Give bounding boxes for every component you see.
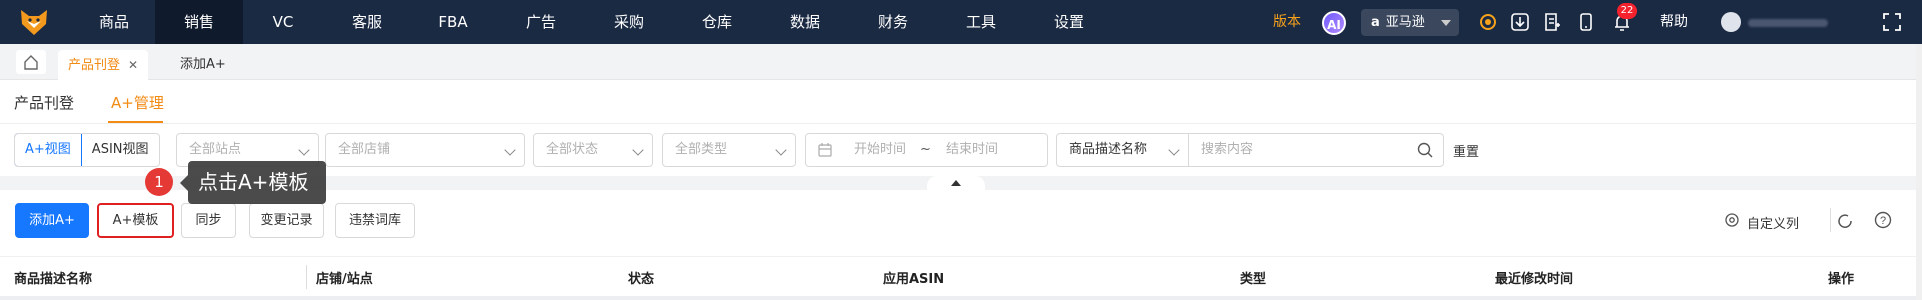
top-nav-bar: 商品 销售 VC 客服 FBA 广告 采购 仓库 数据 财务 工具 设置 版本 …	[0, 0, 1922, 44]
version-link[interactable]: 版本	[1273, 0, 1301, 44]
platform-selector[interactable]: a 亚马逊	[1361, 9, 1459, 36]
nav-item-finance[interactable]: 财务	[856, 0, 930, 44]
column-divider[interactable]	[306, 265, 307, 289]
nav-item-sales[interactable]: 销售	[155, 0, 243, 44]
caret-down-icon	[1441, 20, 1451, 26]
help-circle-icon[interactable]: ?	[1874, 211, 1892, 229]
aplus-view-button[interactable]: A+视图	[14, 134, 82, 166]
asin-view-button[interactable]: ASIN视图	[82, 134, 159, 166]
chevron-down-icon	[1168, 144, 1180, 156]
toolbar-divider	[1830, 208, 1831, 232]
chevron-down-icon	[298, 144, 310, 156]
nav-item-settings[interactable]: 设置	[1032, 0, 1106, 44]
page-tab-strip: 产品刊登 ✕ 添加A+	[0, 44, 1922, 80]
column-header-status[interactable]: 状态	[628, 268, 654, 287]
search-input[interactable]: 搜索内容	[1188, 133, 1444, 167]
gear-icon	[1725, 213, 1739, 227]
search-field-select[interactable]: 商品描述名称	[1056, 133, 1189, 167]
tab-label: 产品刊登	[68, 58, 121, 73]
search-field-label: 商品描述名称	[1069, 142, 1148, 157]
calendar-icon	[818, 143, 832, 157]
mobile-icon[interactable]	[1576, 12, 1596, 32]
username-redacted[interactable]	[1748, 19, 1828, 27]
search-icon[interactable]	[1417, 142, 1433, 158]
column-header-description[interactable]: 商品描述名称	[14, 268, 92, 287]
column-header-type[interactable]: 类型	[1240, 268, 1266, 287]
site-select-placeholder: 全部站点	[189, 142, 242, 157]
end-date-placeholder: 结束时间	[946, 142, 999, 157]
headset-icon[interactable]	[1478, 12, 1498, 32]
type-select[interactable]: 全部类型	[662, 133, 796, 167]
nav-item-purchase[interactable]: 采购	[592, 0, 666, 44]
add-aplus-button[interactable]: 添加A+	[15, 203, 89, 238]
refresh-icon[interactable]	[1836, 212, 1854, 230]
active-tab-indicator	[108, 121, 163, 123]
date-range-separator: ~	[920, 142, 931, 157]
status-select[interactable]: 全部状态	[533, 133, 653, 167]
subnav-aplus-management[interactable]: A+管理	[111, 92, 164, 113]
fox-logo-icon[interactable]	[18, 6, 50, 38]
tab-add-aplus[interactable]: 添加A+	[170, 50, 236, 80]
chevron-down-icon	[504, 144, 516, 156]
ai-assistant-icon[interactable]: AI	[1322, 11, 1346, 35]
tab-product-listing[interactable]: 产品刊登 ✕	[58, 50, 149, 80]
start-date-placeholder: 开始时间	[854, 142, 907, 157]
sub-nav: 产品刊登 A+管理	[0, 81, 1922, 124]
column-header-asin[interactable]: 应用ASIN	[883, 268, 944, 287]
svg-text:?: ?	[1880, 215, 1886, 227]
subnav-product-listing[interactable]: 产品刊登	[14, 92, 74, 113]
chevron-down-icon	[632, 144, 644, 156]
table-header: 商品描述名称 店铺/站点 状态 应用ASIN 类型 最近修改时间 操作	[0, 256, 1922, 296]
banned-words-button[interactable]: 违禁词库	[335, 203, 415, 238]
notification-badge: 22	[1617, 3, 1637, 19]
step-marker: 1	[145, 168, 173, 196]
shop-select-placeholder: 全部店铺	[338, 142, 391, 157]
nav-item-vc[interactable]: VC	[246, 0, 320, 44]
custom-columns-label: 自定义列	[1747, 217, 1800, 232]
view-toggle: A+视图 ASIN视图	[14, 133, 160, 167]
column-header-modified[interactable]: 最近修改时间	[1495, 268, 1573, 287]
amazon-icon: a	[1371, 15, 1380, 30]
nav-item-ads[interactable]: 广告	[504, 0, 578, 44]
table-body-edge	[0, 296, 1922, 300]
sync-button[interactable]: 同步	[181, 203, 236, 238]
platform-label: 亚马逊	[1385, 15, 1425, 30]
close-icon[interactable]: ✕	[128, 58, 138, 72]
nav-item-products[interactable]: 商品	[76, 0, 152, 44]
collapse-filters-toggle[interactable]	[927, 176, 985, 190]
type-select-placeholder: 全部类型	[675, 142, 728, 157]
download-icon[interactable]	[1510, 12, 1530, 32]
instruction-tooltip: 点击A+模板	[180, 161, 326, 204]
avatar[interactable]	[1721, 12, 1741, 32]
tab-label: 添加A+	[180, 57, 226, 72]
help-link[interactable]: 帮助	[1660, 0, 1688, 44]
change-log-button[interactable]: 变更记录	[249, 203, 324, 238]
nav-item-customer-service[interactable]: 客服	[330, 0, 404, 44]
status-select-placeholder: 全部状态	[546, 142, 599, 157]
chevron-down-icon	[775, 144, 787, 156]
home-tab[interactable]	[16, 50, 46, 74]
fullscreen-icon[interactable]	[1882, 12, 1902, 32]
search-input-placeholder: 搜索内容	[1201, 142, 1254, 157]
column-header-shop-site[interactable]: 店铺/站点	[316, 268, 373, 287]
nav-item-tools[interactable]: 工具	[944, 0, 1018, 44]
vertical-scrollbar[interactable]	[1916, 44, 1922, 300]
home-icon	[24, 55, 38, 70]
date-range-picker[interactable]: 开始时间 ~ 结束时间	[805, 133, 1048, 167]
column-header-actions[interactable]: 操作	[1828, 268, 1854, 287]
shop-select[interactable]: 全部店铺	[325, 133, 525, 167]
nav-item-data[interactable]: 数据	[768, 0, 842, 44]
aplus-template-button[interactable]: A+模板	[97, 203, 174, 238]
reset-button[interactable]: 重置	[1453, 141, 1479, 160]
nav-item-warehouse[interactable]: 仓库	[680, 0, 754, 44]
nav-item-fba[interactable]: FBA	[416, 0, 490, 44]
document-icon[interactable]	[1542, 12, 1562, 32]
